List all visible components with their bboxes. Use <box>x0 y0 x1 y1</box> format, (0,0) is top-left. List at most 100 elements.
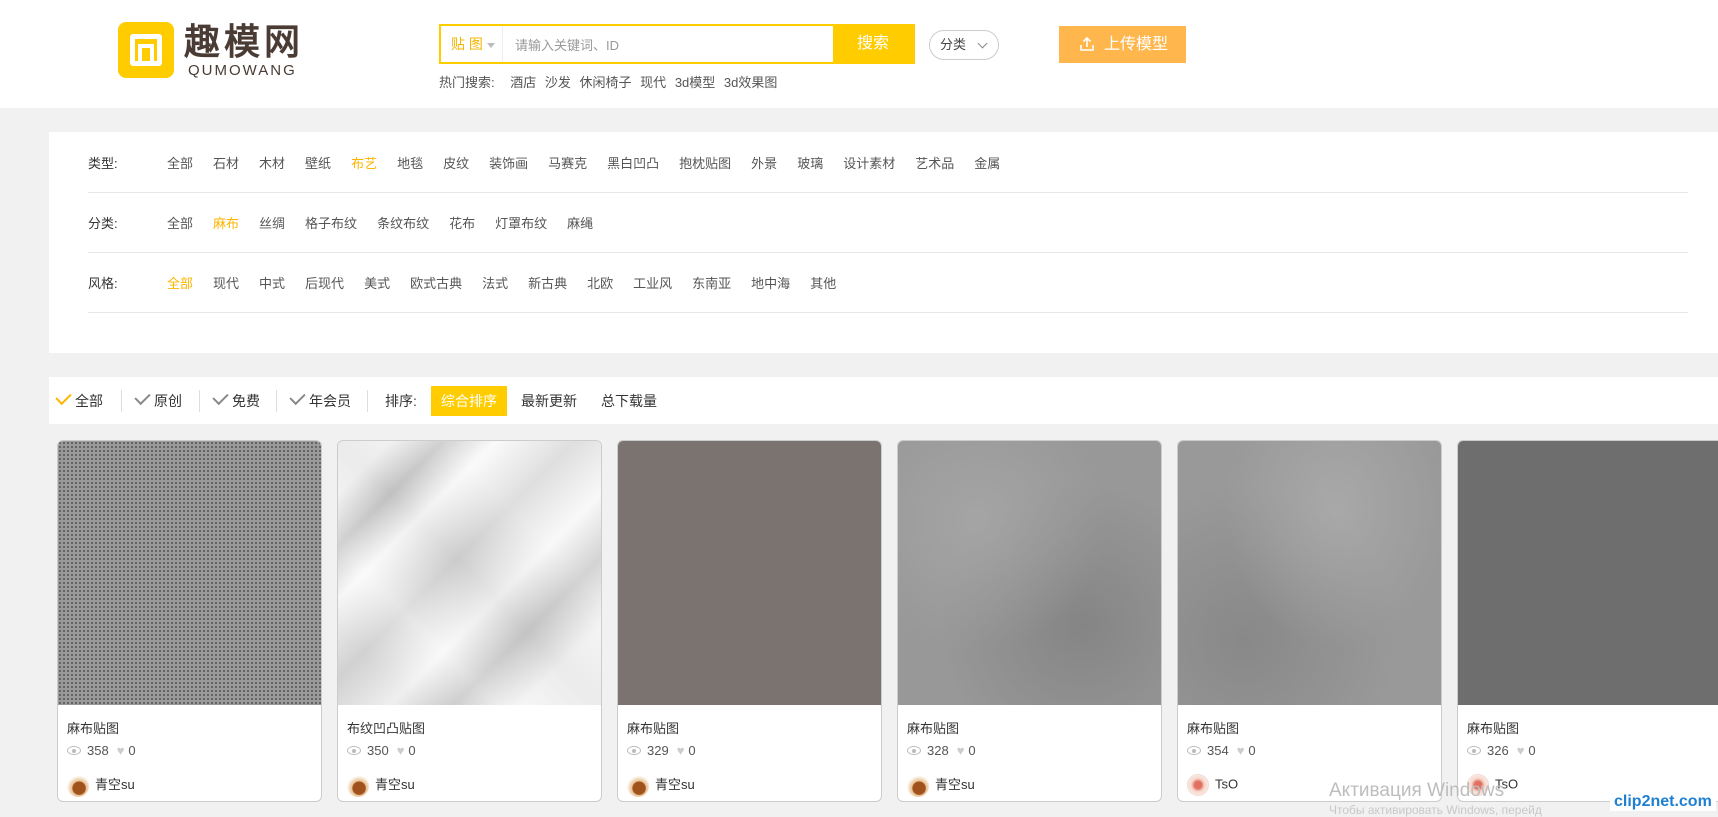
filter-check-all[interactable]: 全部 <box>55 388 103 411</box>
card-author[interactable]: 青空su <box>347 774 415 797</box>
card-stats: 358 ♥ 0 <box>67 743 136 758</box>
card-thumbnail[interactable] <box>58 441 321 705</box>
filter-option-type[interactable]: 抱枕贴图 <box>679 156 731 171</box>
author-name: 青空su <box>95 777 135 792</box>
search-type-label: 贴 图 <box>451 36 483 52</box>
card-title[interactable]: 麻布贴图 <box>1467 718 1519 737</box>
filter-label-type: 类型: <box>88 156 118 171</box>
filter-option-category[interactable]: 麻布 <box>213 216 239 231</box>
card-author[interactable]: 青空su <box>67 774 135 797</box>
search-type-select[interactable]: 贴 图 <box>441 26 503 62</box>
filter-option-type[interactable]: 金属 <box>974 156 1000 171</box>
check-icon <box>212 388 229 406</box>
filter-option-type[interactable]: 木材 <box>259 156 285 171</box>
search-button[interactable]: 搜索 <box>833 26 913 62</box>
site-logo[interactable]: 趣模网 QUMOWANG <box>118 22 318 82</box>
filter-option-style[interactable]: 东南亚 <box>692 276 731 291</box>
category-dropdown[interactable]: 分类 <box>929 30 999 60</box>
hot-search-term[interactable]: 3d模型 <box>675 75 715 90</box>
filter-option-type[interactable]: 壁纸 <box>305 156 331 171</box>
logo-icon <box>118 22 174 78</box>
filter-option-category[interactable]: 丝绸 <box>259 216 285 231</box>
avatar <box>67 774 89 797</box>
texture-card[interactable]: 麻布贴图 354 ♥ 0 TsO <box>1177 440 1442 802</box>
filter-check-original[interactable]: 原创 <box>134 388 182 411</box>
filter-option-type[interactable]: 装饰画 <box>489 156 528 171</box>
sort-option-default[interactable]: 综合排序 <box>431 386 507 416</box>
filter-check-annual-member[interactable]: 年会员 <box>289 388 351 411</box>
filter-option-style[interactable]: 全部 <box>167 276 193 291</box>
filter-option-type[interactable]: 石材 <box>213 156 239 171</box>
card-thumbnail[interactable] <box>898 441 1161 705</box>
filter-option-category[interactable]: 花布 <box>449 216 475 231</box>
card-thumbnail[interactable] <box>1458 441 1718 705</box>
filter-option-type[interactable]: 艺术品 <box>915 156 954 171</box>
eye-icon <box>67 746 81 756</box>
card-title[interactable]: 麻布贴图 <box>67 718 119 737</box>
card-title[interactable]: 麻布贴图 <box>1187 718 1239 737</box>
filter-check-free[interactable]: 免费 <box>212 388 260 411</box>
heart-icon[interactable]: ♥ <box>397 743 405 758</box>
sort-option-downloads[interactable]: 总下载量 <box>591 386 667 416</box>
filter-option-type[interactable]: 玻璃 <box>797 156 823 171</box>
texture-card[interactable]: 麻布贴图 358 ♥ 0 青空su <box>57 440 322 802</box>
filter-option-type[interactable]: 设计素材 <box>843 156 895 171</box>
card-author[interactable]: 青空su <box>907 774 975 797</box>
card-author[interactable]: TsO <box>1187 774 1238 796</box>
upload-model-button[interactable]: 上传模型 <box>1059 26 1186 63</box>
filter-option-style[interactable]: 中式 <box>259 276 285 291</box>
view-count: 328 <box>927 743 949 758</box>
filter-option-type[interactable]: 皮纹 <box>443 156 469 171</box>
card-thumbnail[interactable] <box>618 441 881 705</box>
sort-option-latest[interactable]: 最新更新 <box>511 386 587 416</box>
filter-option-category[interactable]: 灯罩布纹 <box>495 216 547 231</box>
filter-option-type[interactable]: 外景 <box>751 156 777 171</box>
filter-option-style[interactable]: 新古典 <box>528 276 567 291</box>
filter-option-style[interactable]: 其他 <box>810 276 836 291</box>
hot-search-term[interactable]: 沙发 <box>545 75 571 90</box>
filter-row-type: 类型: 全部 石材 木材 壁纸 布艺 地毯 皮纹 装饰画 马赛克 黑白凹凸 抱枕贴图 外景 玻璃 设计素材… <box>88 132 1688 193</box>
search-input[interactable] <box>513 26 817 64</box>
hot-search-term[interactable]: 3d效果图 <box>724 75 777 90</box>
heart-icon[interactable]: ♥ <box>1517 743 1525 758</box>
author-name: 青空su <box>935 777 975 792</box>
filter-option-style[interactable]: 地中海 <box>751 276 790 291</box>
filter-option-type[interactable]: 地毯 <box>397 156 423 171</box>
texture-card[interactable]: 麻布贴图 328 ♥ 0 青空su <box>897 440 1162 802</box>
filter-option-style[interactable]: 现代 <box>213 276 239 291</box>
filter-option-type[interactable]: 马赛克 <box>548 156 587 171</box>
filter-option-category[interactable]: 格子布纹 <box>305 216 357 231</box>
hot-search-term[interactable]: 现代 <box>640 75 666 90</box>
heart-icon[interactable]: ♥ <box>1237 743 1245 758</box>
filter-option-style[interactable]: 后现代 <box>305 276 344 291</box>
filter-option-type[interactable]: 黑白凹凸 <box>607 156 659 171</box>
filter-option-category[interactable]: 全部 <box>167 216 193 231</box>
heart-icon[interactable]: ♥ <box>117 743 125 758</box>
texture-card[interactable]: 麻布贴图 329 ♥ 0 青空su <box>617 440 882 802</box>
texture-card[interactable]: 麻布贴图 326 ♥ 0 TsO <box>1457 440 1718 802</box>
filter-option-style[interactable]: 北欧 <box>587 276 613 291</box>
card-author[interactable]: 青空su <box>627 774 695 797</box>
filter-option-type[interactable]: 全部 <box>167 156 193 171</box>
filter-option-style[interactable]: 法式 <box>482 276 508 291</box>
heart-icon[interactable]: ♥ <box>957 743 965 758</box>
filter-option-category[interactable]: 条纹布纹 <box>377 216 429 231</box>
card-stats: 350 ♥ 0 <box>347 743 416 758</box>
filter-option-style[interactable]: 工业风 <box>633 276 672 291</box>
texture-card[interactable]: 布纹凹凸贴图 350 ♥ 0 青空su <box>337 440 602 802</box>
heart-icon[interactable]: ♥ <box>677 743 685 758</box>
filter-options-category: 全部 麻布 丝绸 格子布纹 条纹布纹 花布 灯罩布纹 麻绳 <box>167 213 613 232</box>
card-title[interactable]: 麻布贴图 <box>627 718 679 737</box>
filter-option-type[interactable]: 布艺 <box>351 156 377 171</box>
filter-option-style[interactable]: 美式 <box>364 276 390 291</box>
view-count: 350 <box>367 743 389 758</box>
card-title[interactable]: 布纹凹凸贴图 <box>347 718 425 737</box>
hot-search-term[interactable]: 休闲椅子 <box>580 75 632 90</box>
filter-option-style[interactable]: 欧式古典 <box>410 276 462 291</box>
hot-search-term[interactable]: 酒店 <box>510 75 536 90</box>
like-count: 0 <box>1248 743 1256 758</box>
filter-option-category[interactable]: 麻绳 <box>567 216 593 231</box>
card-thumbnail[interactable] <box>1178 441 1441 705</box>
card-thumbnail[interactable] <box>338 441 601 705</box>
card-title[interactable]: 麻布贴图 <box>907 718 959 737</box>
